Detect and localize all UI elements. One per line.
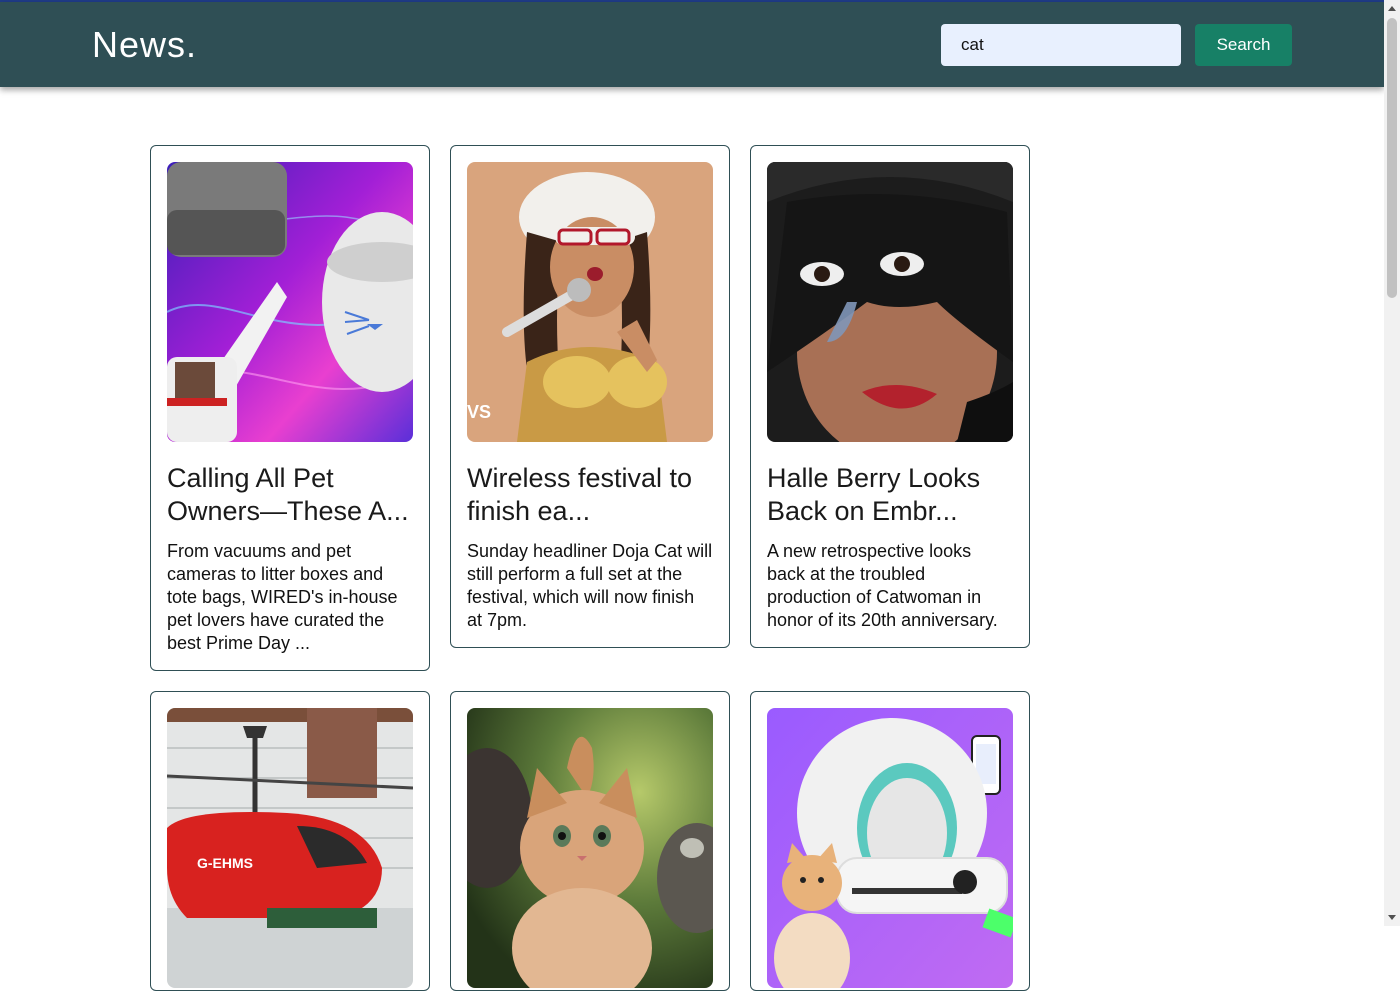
article-description: Sunday headliner Doja Cat will still per… xyxy=(467,541,713,630)
scroll-down-arrow-icon[interactable] xyxy=(1388,915,1396,920)
scroll-up-arrow-icon[interactable] xyxy=(1388,6,1396,11)
article-card[interactable]: Halle Berry Looks Back on Embr... A new … xyxy=(750,145,1030,648)
article-image-litter-box[interactable] xyxy=(767,708,1013,988)
search-input[interactable] xyxy=(941,24,1181,66)
article-image-singer[interactable]: VS xyxy=(467,162,713,442)
article-card[interactable]: Calling All Pet Owners—These A... From v… xyxy=(150,145,430,671)
search-button[interactable]: Search xyxy=(1195,24,1292,66)
site-logo[interactable]: News. xyxy=(92,24,197,66)
article-description: A new retrospective looks back at the tr… xyxy=(767,541,998,630)
article-title[interactable]: Halle Berry Looks Back on Embr... xyxy=(767,462,1013,528)
article-card[interactable]: G-EHMS xyxy=(150,691,430,991)
svg-text:VS: VS xyxy=(467,402,491,422)
article-card[interactable] xyxy=(750,691,1030,991)
article-image-catwoman[interactable] xyxy=(767,162,1013,442)
article-image-helicopter[interactable]: G-EHMS xyxy=(167,708,413,988)
svg-text:G-EHMS: G-EHMS xyxy=(197,855,253,871)
scrollbar-thumb[interactable] xyxy=(1387,18,1397,298)
article-title[interactable]: Wireless festival to finish ea... xyxy=(467,462,713,528)
page-scrollbar[interactable] xyxy=(1384,0,1400,926)
article-card[interactable] xyxy=(450,691,730,991)
article-description: From vacuums and pet cameras to litter b… xyxy=(167,541,398,653)
article-card[interactable]: VS Wireless festival to finish ea... Sun… xyxy=(450,145,730,648)
article-image-pet-products[interactable] xyxy=(167,162,413,442)
site-header: News. Search xyxy=(0,2,1384,87)
article-title[interactable]: Calling All Pet Owners—These A... xyxy=(167,462,413,528)
article-image-kittens[interactable] xyxy=(467,708,713,988)
